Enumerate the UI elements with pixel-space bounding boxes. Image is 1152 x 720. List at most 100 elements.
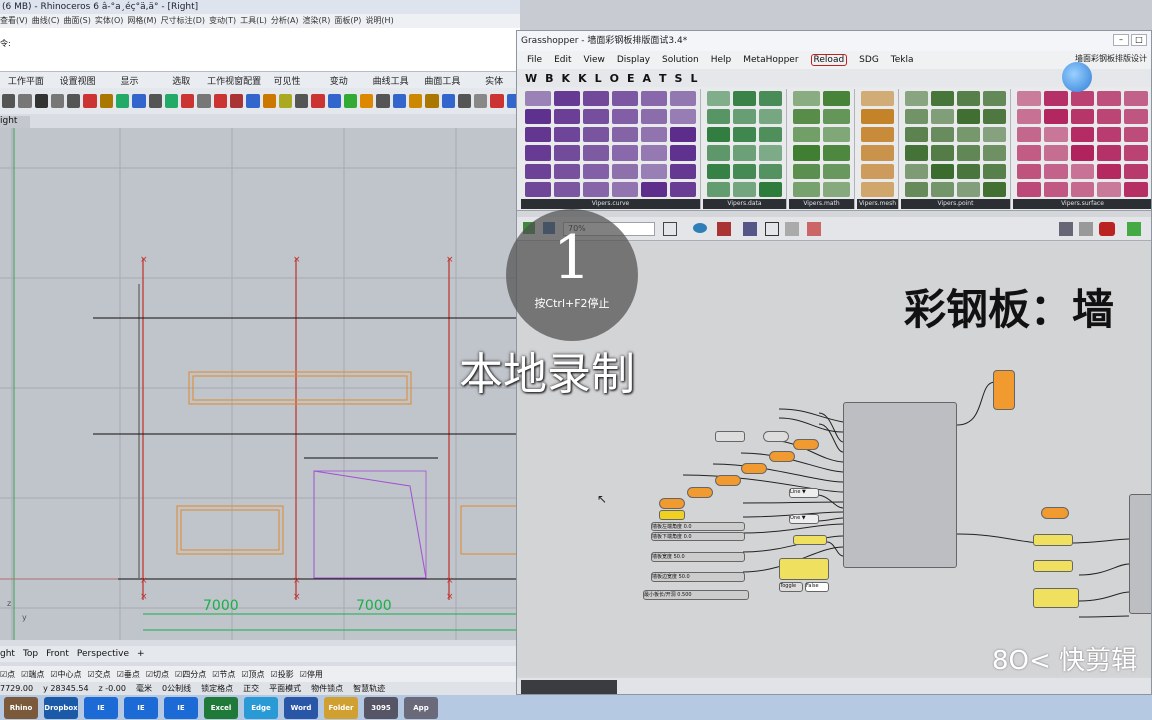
gh-component-icon[interactable]: [983, 91, 1006, 107]
viewport-tab-1[interactable]: Top: [23, 649, 38, 659]
gh-component-icon[interactable]: [957, 91, 980, 107]
gh-component-icon[interactable]: [759, 91, 782, 107]
gh-component-icon[interactable]: [583, 91, 609, 107]
gh-group-caption[interactable]: Vipers.data: [703, 199, 786, 209]
gh-component-icon[interactable]: [823, 109, 850, 125]
gh-tab-9[interactable]: S: [675, 72, 683, 85]
gh-component-icon[interactable]: [1017, 91, 1041, 107]
rhino-menu-item-8[interactable]: 分析(A): [271, 14, 299, 28]
gh-component-icon[interactable]: [1070, 127, 1095, 143]
gh-component-icon[interactable]: [554, 145, 580, 161]
sphere-icon[interactable]: [1059, 222, 1073, 236]
gh-component-icon[interactable]: [1097, 91, 1122, 107]
gh-component-icon[interactable]: [525, 145, 551, 161]
gh-component-icon[interactable]: [1043, 127, 1068, 143]
gh-component-icon[interactable]: [1124, 163, 1148, 179]
rhino-tool-icon[interactable]: [34, 94, 48, 108]
gh-component-icon[interactable]: [1124, 181, 1148, 197]
gh-component-icon[interactable]: [641, 145, 667, 161]
osnap-checkbox-8[interactable]: ☑顶点: [241, 669, 264, 680]
gh-component-icon[interactable]: [1097, 181, 1122, 197]
gh-toggle-value[interactable]: False: [805, 582, 829, 592]
gh-component-icon[interactable]: [707, 163, 730, 179]
gh-menu-item-6[interactable]: MetaHopper: [743, 55, 798, 65]
gh-slider-4[interactable]: 墙板边宽度 50.0: [651, 572, 745, 582]
osnap-checkbox-2[interactable]: ☑中心点: [50, 669, 81, 680]
gh-component-icon[interactable]: [823, 91, 850, 107]
gh-component-icon[interactable]: [1097, 127, 1122, 143]
gh-toggle[interactable]: Toggle: [779, 582, 803, 592]
rhino-tool-icon[interactable]: [99, 94, 113, 108]
rhino-menu-item-6[interactable]: 变动(T): [209, 14, 236, 28]
gh-orange-component[interactable]: [993, 370, 1015, 410]
gh-tab-1[interactable]: B: [545, 72, 553, 85]
gh-component-icon[interactable]: [759, 145, 782, 161]
gh-slider-2[interactable]: 墙板下端角度 0.0: [651, 532, 745, 541]
gh-yellow-panel[interactable]: [1033, 588, 1079, 608]
gh-tab-2[interactable]: K: [562, 72, 571, 85]
gh-component-icon[interactable]: [759, 181, 782, 197]
gh-component-icon[interactable]: [1097, 163, 1122, 179]
gh-component-icon[interactable]: [957, 145, 980, 161]
gh-component-icon[interactable]: [583, 163, 609, 179]
rhino-tool-icon[interactable]: [115, 94, 130, 108]
gh-component-icon[interactable]: [1070, 145, 1095, 161]
rhino-tool-icon[interactable]: [409, 94, 423, 108]
rhino-menu-item-7[interactable]: 工具(L): [240, 14, 267, 28]
rhino-toolbar-tab-6[interactable]: 变动: [313, 72, 365, 88]
gh-component-icon[interactable]: [1017, 145, 1041, 161]
gh-component-icon[interactable]: [554, 127, 580, 143]
rhino-tool-icon[interactable]: [67, 94, 81, 108]
gh-yellow-panel[interactable]: [659, 510, 685, 520]
gh-component-icon[interactable]: [554, 109, 580, 125]
rhino-toolbar-tab-0[interactable]: 工作平面: [0, 72, 52, 88]
taskbar-app-7[interactable]: Word: [284, 696, 318, 719]
gh-menu-item-7[interactable]: Reload: [810, 54, 848, 66]
gh-component-icon[interactable]: [931, 127, 954, 143]
taskbar-app-1[interactable]: Dropbox: [44, 696, 78, 719]
gh-menu-item-4[interactable]: Solution: [662, 55, 699, 65]
gh-component-icon[interactable]: [1017, 163, 1041, 179]
gh-component-icon[interactable]: [793, 109, 820, 125]
gh-component-icon[interactable]: [861, 181, 894, 197]
gh-component-icon[interactable]: [525, 127, 551, 143]
rhino-tool-icon[interactable]: [229, 94, 244, 108]
rhino-tool-icon[interactable]: [181, 94, 195, 108]
osnap-checkbox-10[interactable]: ☑停用: [300, 669, 323, 680]
gh-component-icon[interactable]: [823, 181, 850, 197]
gh-component-icon[interactable]: [861, 109, 894, 125]
rhino-tool-icon[interactable]: [425, 94, 439, 108]
gh-component-icon[interactable]: [1070, 91, 1095, 107]
osnap-checkbox-3[interactable]: ☑交点: [88, 669, 111, 680]
grid-icon[interactable]: [1079, 222, 1093, 236]
taskbar-app-3[interactable]: IE: [124, 696, 158, 719]
osnap-checkbox-0[interactable]: ☑点: [0, 669, 15, 680]
gh-component-icon[interactable]: [905, 163, 928, 179]
gh-component-icon[interactable]: [707, 181, 730, 197]
gh-component-icon[interactable]: [1124, 109, 1148, 125]
status-field-2[interactable]: z -0.00: [99, 684, 126, 693]
rhino-viewport-right[interactable]: × × × × × × × × × z y: [0, 128, 520, 640]
gh-component-icon[interactable]: [931, 91, 954, 107]
rhino-menu-item-2[interactable]: 曲面(S): [64, 14, 91, 28]
rhino-tool-icon[interactable]: [490, 94, 504, 108]
gh-number-slider[interactable]: [715, 431, 745, 442]
gh-component-icon[interactable]: [931, 109, 954, 125]
preview-eye-icon[interactable]: [693, 223, 707, 233]
taskbar-app-5[interactable]: Excel: [204, 696, 238, 719]
rhino-menu-item-11[interactable]: 说明(H): [365, 14, 393, 28]
gh-component-icon[interactable]: [1097, 145, 1122, 161]
gh-component-icon[interactable]: [823, 127, 850, 143]
taskbar-app-6[interactable]: Edge: [244, 696, 278, 719]
rhino-toolbar-tab-8[interactable]: 曲面工具: [416, 72, 468, 88]
gh-component-icon[interactable]: [612, 127, 638, 143]
gh-component-icon[interactable]: [612, 163, 638, 179]
maximize-button[interactable]: □: [1131, 34, 1147, 46]
gh-component-icon[interactable]: [670, 181, 696, 197]
gh-component-icon[interactable]: [583, 127, 609, 143]
rhino-tool-icon[interactable]: [50, 94, 65, 108]
gh-component-icon[interactable]: [1043, 163, 1068, 179]
status-field-1[interactable]: y 28345.54: [43, 684, 88, 693]
rhino-menu-item-5[interactable]: 尺寸标注(D): [161, 14, 205, 28]
gh-component-icon[interactable]: [670, 91, 696, 107]
